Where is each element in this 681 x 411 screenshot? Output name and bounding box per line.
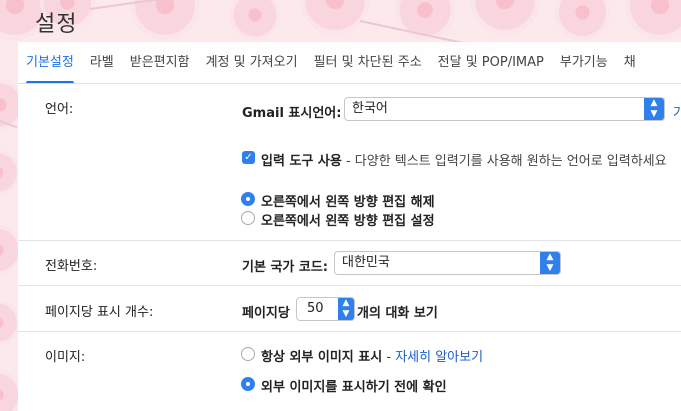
learn-more-link[interactable]: 자세히 알아보기 bbox=[395, 350, 483, 365]
tab-inbox[interactable]: 받은편지함 bbox=[122, 42, 198, 83]
select-arrows-icon: ▲ ▼ bbox=[338, 298, 354, 320]
select-arrows-icon: ▲ ▼ bbox=[644, 98, 664, 120]
ask-before-images-label: 외부 이미지를 표시하기 전에 확인 bbox=[261, 380, 447, 395]
select-arrows-icon: ▲ ▼ bbox=[540, 252, 560, 274]
page-size-prefix: 페이지당 bbox=[242, 306, 290, 321]
display-language-label: Gmail 표시언어: bbox=[242, 106, 342, 121]
ask-before-images-radio[interactable] bbox=[241, 377, 255, 391]
phone-label: 전화번호: bbox=[45, 259, 98, 274]
settings-tabs: 기본설정 라벨 받은편지함 계정 및 가져오기 필터 및 차단된 주소 전달 및… bbox=[18, 42, 681, 84]
language-row: 언어: Gmail 표시언어: 한국어 ▲ ▼ 가 ✓ 입력 도구 사용 - 다양… bbox=[18, 84, 681, 241]
settings-panel: 언어: Gmail 표시언어: 한국어 ▲ ▼ 가 ✓ 입력 도구 사용 - 다양… bbox=[18, 84, 681, 411]
always-show-images-radio[interactable] bbox=[241, 347, 255, 361]
language-more-link[interactable]: 가 bbox=[673, 102, 681, 121]
always-show-images-label: 항상 외부 이미지 표시 bbox=[261, 350, 383, 365]
page-size-row: 페이지당 표시 개수: 페이지당 50 ▲ ▼ 개의 대화 보기 bbox=[18, 286, 681, 332]
country-code-select[interactable]: 대한민국 ▲ ▼ bbox=[334, 251, 561, 275]
tab-forwarding-pop-imap[interactable]: 전달 및 POP/IMAP bbox=[430, 42, 552, 83]
images-label: 이미지: bbox=[45, 350, 86, 365]
rtl-off-label: 오른쪽에서 왼쪽 방향 편집 해제 bbox=[261, 195, 435, 210]
page-size-value: 50 bbox=[307, 301, 324, 316]
tab-chat[interactable]: 채 bbox=[616, 42, 644, 83]
tab-labels[interactable]: 라벨 bbox=[82, 42, 122, 83]
rtl-off-radio[interactable] bbox=[241, 192, 255, 206]
page-size-suffix: 개의 대화 보기 bbox=[357, 306, 438, 321]
tab-general[interactable]: 기본설정 bbox=[18, 42, 82, 83]
input-tools-description: - 다양한 텍스트 입력기를 사용해 원하는 언어로 입력하세요 bbox=[341, 154, 667, 169]
input-tools-checkbox[interactable]: ✓ bbox=[242, 151, 255, 164]
learn-more-separator: - bbox=[382, 350, 396, 365]
page-size-label: 페이지당 표시 개수: bbox=[45, 305, 154, 320]
display-language-value: 한국어 bbox=[352, 101, 388, 116]
input-tools-text: 입력 도구 사용 - 다양한 텍스트 입력기를 사용해 원하는 언어로 입력하세… bbox=[261, 150, 667, 169]
always-show-images-text: 항상 외부 이미지 표시 - 자세히 알아보기 bbox=[261, 346, 483, 365]
display-language-select[interactable]: 한국어 ▲ ▼ bbox=[344, 97, 665, 121]
language-label: 언어: bbox=[45, 102, 74, 117]
images-row: 이미지: 항상 외부 이미지 표시 - 자세히 알아보기 외부 이미지를 표시하… bbox=[18, 332, 681, 411]
tab-addons[interactable]: 부가기능 bbox=[552, 42, 616, 83]
country-code-label: 기본 국가 코드: bbox=[242, 260, 329, 275]
page-title: 설정 bbox=[35, 12, 78, 37]
country-code-value: 대한민국 bbox=[342, 255, 390, 270]
rtl-on-label: 오른쪽에서 왼쪽 방향 편집 설정 bbox=[261, 214, 435, 229]
tab-accounts-import[interactable]: 계정 및 가져오기 bbox=[198, 42, 306, 83]
page-size-select[interactable]: 50 ▲ ▼ bbox=[296, 297, 355, 321]
phone-row: 전화번호: 기본 국가 코드: 대한민국 ▲ ▼ bbox=[18, 241, 681, 286]
tab-filters-blocked[interactable]: 필터 및 차단된 주소 bbox=[306, 42, 430, 83]
input-tools-label: 입력 도구 사용 bbox=[261, 154, 342, 169]
rtl-on-radio[interactable] bbox=[241, 211, 255, 225]
